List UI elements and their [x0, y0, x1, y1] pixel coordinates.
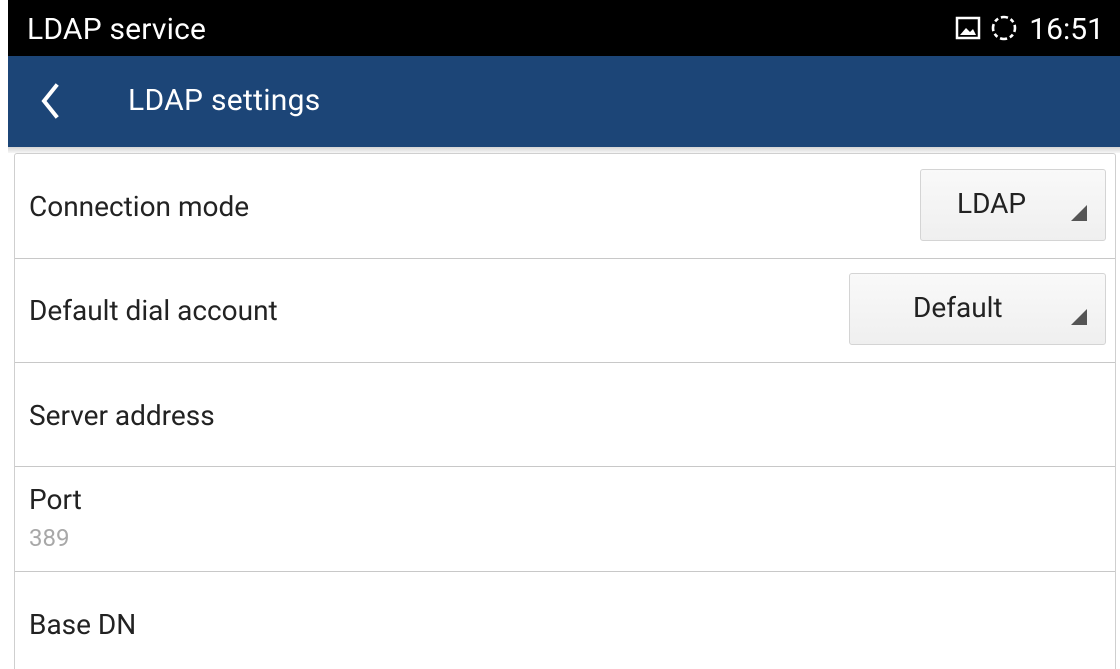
dropdown-arrow-icon — [1071, 309, 1087, 325]
app-window: LDAP service 16:51 LDAP settings Connect… — [8, 0, 1120, 669]
dropdown-arrow-icon — [1071, 205, 1087, 221]
setting-default-dial-account[interactable]: Default dial account Default — [15, 258, 1115, 363]
setting-server-address[interactable]: Server address — [15, 362, 1115, 467]
setting-port[interactable]: Port 389 — [15, 467, 1115, 572]
default-dial-account-label: Default dial account — [29, 294, 278, 327]
setting-base-dn[interactable]: Base DN — [15, 572, 1115, 669]
server-address-label: Server address — [29, 399, 215, 432]
settings-list: Connection mode LDAP Default dial accoun… — [14, 153, 1116, 669]
setting-connection-mode[interactable]: Connection mode LDAP — [15, 154, 1115, 259]
status-bar: LDAP service 16:51 — [8, 0, 1120, 56]
image-icon — [955, 15, 981, 45]
base-dn-label: Base DN — [29, 608, 137, 641]
status-bar-right: 16:51 — [947, 10, 1104, 50]
status-bar-app-name: LDAP service — [27, 12, 207, 47]
connection-mode-label: Connection mode — [29, 190, 250, 223]
status-bar-time: 16:51 — [1029, 12, 1104, 47]
default-dial-account-value: Default — [913, 291, 1003, 324]
connection-mode-value: LDAP — [957, 187, 1027, 220]
action-bar: LDAP settings — [8, 56, 1120, 147]
connection-mode-dropdown[interactable]: LDAP — [920, 169, 1106, 241]
page-title: LDAP settings — [128, 83, 321, 118]
default-dial-account-dropdown[interactable]: Default — [849, 273, 1106, 345]
chevron-left-icon — [32, 83, 72, 128]
port-value: 389 — [29, 524, 70, 552]
sync-icon — [989, 13, 1019, 47]
back-button[interactable] — [32, 78, 72, 124]
port-label: Port — [29, 483, 82, 516]
